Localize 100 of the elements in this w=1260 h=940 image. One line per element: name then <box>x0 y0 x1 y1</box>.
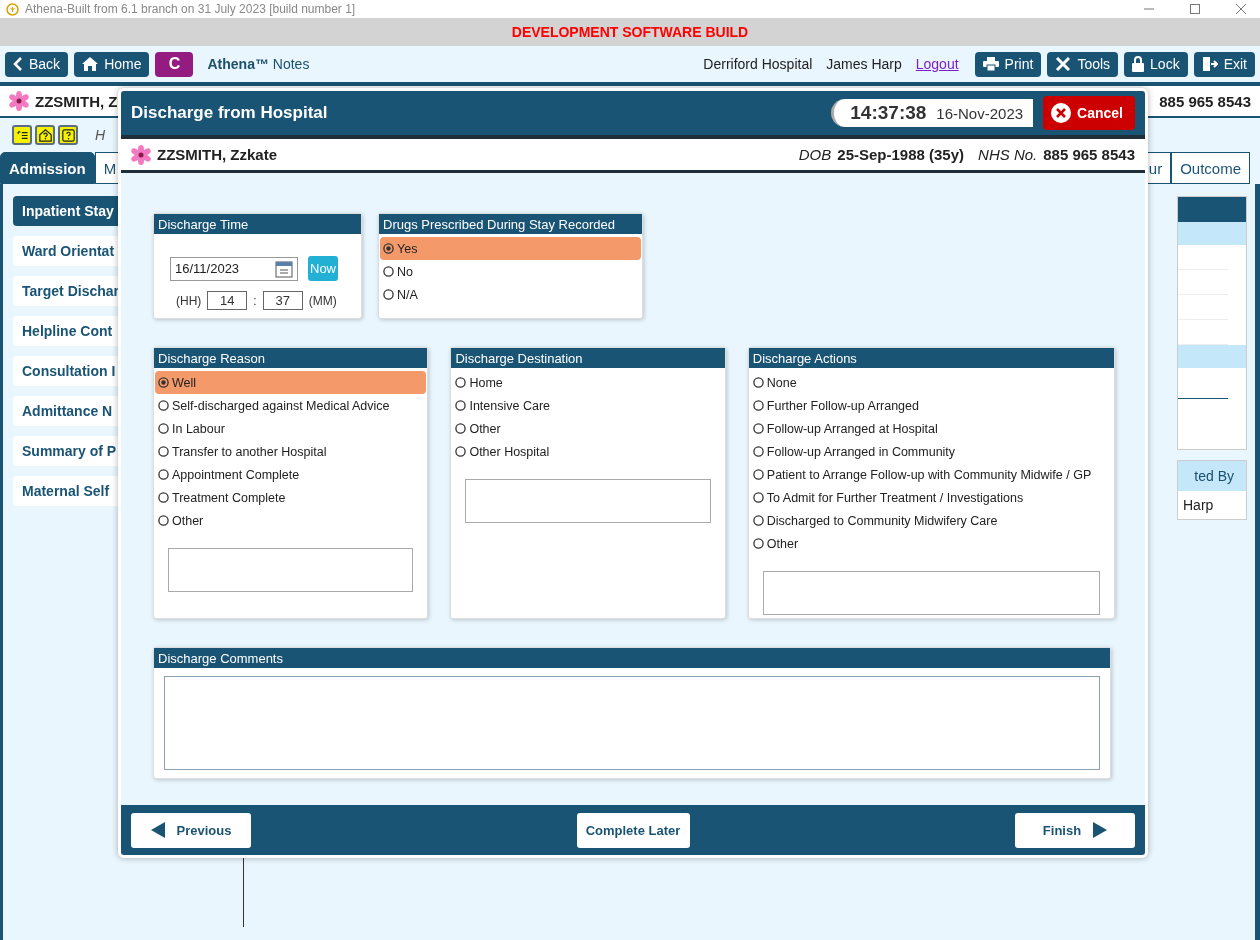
comments-text-field[interactable] <box>164 676 1100 770</box>
calendar-icon[interactable] <box>275 259 293 278</box>
heading-text: H <box>95 127 106 143</box>
radio-option[interactable]: Yes <box>380 237 641 260</box>
radio-icon[interactable] <box>752 469 764 480</box>
radio-option[interactable]: Other Hospital <box>452 440 724 463</box>
card-title: Discharge Time <box>154 214 361 234</box>
radio-option[interactable]: Other <box>452 417 724 440</box>
app-logo-icon <box>6 2 19 16</box>
radio-icon[interactable] <box>455 446 467 457</box>
time-separator: : <box>253 293 257 308</box>
minutes-field[interactable]: 37 <box>262 291 303 310</box>
help-list-icon[interactable] <box>12 125 32 145</box>
complete-later-button[interactable]: Complete Later <box>576 812 690 848</box>
radio-icon[interactable] <box>752 377 764 388</box>
dialog-title: Discharge from Hospital <box>131 103 328 123</box>
radio-option[interactable]: Follow-up Arranged in Community <box>749 440 1113 463</box>
radio-option[interactable]: Patient to Arrange Follow-up with Community Midwife / GP <box>749 463 1113 486</box>
tab[interactable]: Admission <box>0 152 95 184</box>
radio-icon[interactable] <box>752 515 764 526</box>
other-text-field[interactable] <box>168 548 414 592</box>
clock-date: 16-Nov-2023 <box>936 104 1024 122</box>
radio-option[interactable]: Further Follow-up Arranged <box>749 394 1113 417</box>
back-button[interactable]: Back <box>5 51 69 77</box>
radio-icon[interactable] <box>752 492 764 503</box>
radio-option[interactable]: Follow-up Arranged at Hospital <box>749 417 1113 440</box>
radio-option[interactable]: Discharged to Community Midwifery Care <box>749 509 1113 532</box>
table-cell: Harp <box>1178 491 1246 519</box>
card-title: Discharge Destination <box>451 348 725 368</box>
cancel-button[interactable]: Cancel <box>1043 96 1135 130</box>
radio-option[interactable]: Appointment Complete <box>155 463 427 486</box>
app-name: Athena™ Notes <box>207 56 310 72</box>
hours-label: (HH) <box>176 293 202 308</box>
radio-option[interactable]: Self-discharged against Medical Advice <box>155 394 427 417</box>
radio-option[interactable]: Intensive Care <box>452 394 724 417</box>
user-name: James Harp <box>826 56 902 72</box>
printer-icon <box>982 57 999 71</box>
close-icon[interactable] <box>1236 4 1246 14</box>
help-question-icon[interactable] <box>58 125 78 145</box>
radio-icon[interactable] <box>383 266 394 277</box>
triangle-right-icon <box>1093 822 1108 838</box>
radio-option[interactable]: Well <box>155 371 427 394</box>
radio-icon[interactable] <box>455 423 467 434</box>
minutes-label: (MM) <box>308 293 337 308</box>
dob-value: 25-Sep-1988 (35y) <box>837 146 965 163</box>
radio-icon[interactable] <box>752 538 764 549</box>
home-button[interactable]: Home <box>74 51 150 77</box>
radio-icon[interactable] <box>455 400 467 411</box>
radio-option[interactable]: In Labour <box>155 417 427 440</box>
radio-option[interactable]: To Admit for Further Treatment / Investigations <box>749 486 1113 509</box>
close-circle-icon <box>1051 103 1072 123</box>
tab[interactable]: Outcome <box>1171 152 1250 184</box>
clock-time: 14:37:38 <box>850 102 927 124</box>
radio-icon[interactable] <box>158 469 169 480</box>
other-text-field[interactable] <box>762 571 1100 615</box>
lock-button[interactable]: Lock <box>1124 51 1188 77</box>
radio-icon[interactable] <box>158 492 169 503</box>
nhs-number: 885 965 8543 <box>1043 146 1135 163</box>
table-header-cell: ted By <box>1178 461 1246 491</box>
dob-label: DOB <box>798 146 832 163</box>
chevron-left-icon <box>13 57 23 71</box>
nhs-number: 885 965 8543 <box>1159 92 1251 110</box>
radio-icon[interactable] <box>383 289 394 300</box>
radio-option[interactable]: No <box>380 260 641 283</box>
radio-icon[interactable] <box>158 515 169 526</box>
radio-option[interactable]: Treatment Complete <box>155 486 427 509</box>
hours-field[interactable]: 14 <box>207 291 248 310</box>
card-title: Discharge Actions <box>748 348 1114 368</box>
patient-name: ZZSMITH, Z <box>35 92 118 110</box>
previous-button[interactable]: Previous <box>131 812 251 848</box>
tools-button[interactable]: Tools <box>1047 51 1119 77</box>
date-field[interactable]: 16/11/2023 <box>170 256 298 281</box>
radio-icon[interactable] <box>158 423 169 434</box>
radio-icon[interactable] <box>383 243 394 254</box>
radio-option[interactable]: None <box>749 371 1113 394</box>
radio-option[interactable]: N/A <box>380 283 641 306</box>
radio-icon[interactable] <box>158 400 169 411</box>
radio-option[interactable]: Other <box>155 509 427 532</box>
maximize-icon[interactable] <box>1190 4 1200 14</box>
radio-option[interactable]: Home <box>452 371 724 394</box>
exit-button[interactable]: Exit <box>1193 51 1255 77</box>
radio-option[interactable]: Transfer to another Hospital <box>155 440 427 463</box>
radio-icon[interactable] <box>752 423 764 434</box>
radio-icon[interactable] <box>752 400 764 411</box>
other-text-field[interactable] <box>465 479 711 523</box>
finish-button[interactable]: Finish <box>1015 812 1135 848</box>
radio-option[interactable]: Other <box>749 532 1113 555</box>
home-icon <box>82 57 99 71</box>
radio-icon[interactable] <box>455 377 467 388</box>
help-house-icon[interactable] <box>35 125 55 145</box>
c-badge[interactable]: C <box>155 51 194 77</box>
radio-icon[interactable] <box>752 446 764 457</box>
flower-icon <box>131 144 151 165</box>
radio-icon[interactable] <box>158 377 169 388</box>
print-button[interactable]: Print <box>974 51 1042 77</box>
lock-icon <box>1132 56 1145 72</box>
logout-link[interactable]: Logout <box>915 56 959 72</box>
radio-icon[interactable] <box>158 446 169 457</box>
exit-icon <box>1201 56 1218 72</box>
banner-text: DEVELOPMENT SOFTWARE BUILD <box>511 24 749 40</box>
